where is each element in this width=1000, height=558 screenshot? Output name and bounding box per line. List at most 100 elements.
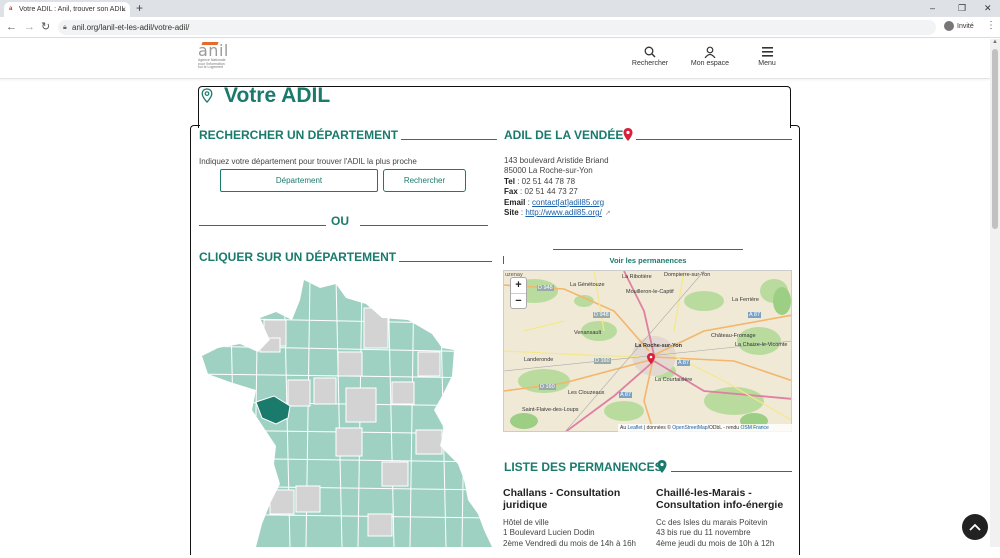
logo-tagline-3: sur le Logement bbox=[198, 65, 224, 70]
map-label-dompierre: Dompierre-sur-Yon bbox=[664, 272, 711, 278]
map-zoom-control: + − bbox=[510, 277, 527, 309]
map-label-landeronde: Landeronde bbox=[524, 357, 554, 363]
attribution-prefix: Au bbox=[620, 425, 628, 431]
permanence-line: 2ème Vendredi du mois de 14h à 16h bbox=[503, 538, 636, 548]
zoom-in-button[interactable]: + bbox=[511, 278, 526, 293]
chevron-up-icon bbox=[969, 523, 981, 531]
map-label-genetouze: La Génétouze bbox=[570, 282, 605, 288]
map-attribution: Au Leaflet | données © OpenStreetMap/ODb… bbox=[618, 424, 792, 432]
email-label: Email bbox=[504, 197, 526, 207]
road-label-d948: D 948 bbox=[537, 285, 554, 291]
site-line: Site : http://www.adil85.org/↗ bbox=[504, 208, 611, 219]
anil-logo[interactable]: anil Agence Nationale pour l'information… bbox=[198, 41, 238, 75]
attribution-tail: /ODbL - rendu bbox=[707, 425, 741, 431]
page-scrollbar[interactable]: ▲ bbox=[990, 39, 1000, 547]
department-input[interactable]: Département bbox=[220, 169, 378, 192]
road-label-d948-2: D 948 bbox=[593, 312, 610, 318]
permanence-line: Hôtel de ville bbox=[503, 518, 549, 527]
permanence-line: 4ème jeudi du mois de 10h à 12h bbox=[656, 538, 775, 548]
zoom-out-button[interactable]: − bbox=[511, 293, 526, 308]
nav-menu[interactable]: Menu bbox=[737, 46, 797, 67]
permanences-heading: LISTE DES PERMANENCES bbox=[504, 460, 663, 474]
search-instruction: Indiquez votre département pour trouver … bbox=[199, 157, 417, 166]
map-label-ferriere: La Ferrière bbox=[732, 297, 759, 303]
scroll-up-icon[interactable]: ▲ bbox=[992, 39, 998, 45]
permanence-title: Chaillé-les-Marais - Consultation info-é… bbox=[656, 487, 784, 511]
road-label-a87: A 87 bbox=[748, 312, 762, 318]
leaflet-link[interactable]: Leaflet bbox=[628, 425, 643, 431]
green-pin-icon bbox=[657, 460, 667, 473]
menu-icon bbox=[737, 46, 797, 60]
browser-menu-icon[interactable]: ⋮ bbox=[986, 20, 996, 31]
heading-underline bbox=[401, 139, 498, 140]
favicon-icon: a bbox=[9, 6, 13, 12]
permanences-heading-underline bbox=[671, 471, 792, 472]
adil-vendee-heading: ADIL DE LA VENDÉE bbox=[504, 128, 623, 142]
osm-link[interactable]: OpenStreetMap bbox=[672, 425, 707, 431]
profile-button[interactable]: Invité bbox=[944, 21, 974, 33]
permanence-line: 43 bis rue du 11 novembre bbox=[656, 528, 751, 538]
back-icon[interactable]: ← bbox=[6, 20, 17, 34]
logo-wordmark: anil bbox=[198, 41, 229, 60]
nav-account-label: Mon espace bbox=[690, 60, 730, 67]
browser-tab[interactable]: a Votre ADIL : Anil, trouver son ADIL × bbox=[4, 2, 130, 17]
map-label-mouilleron: Mouilleron-le-Captif bbox=[626, 289, 674, 295]
lock-icon: 🔒︎ bbox=[63, 24, 67, 31]
address-bar-row: ← → ↻ 🔒︎ anil.org/lanil-et-les-adil/votr… bbox=[0, 17, 1000, 38]
attribution-mid: | données © bbox=[642, 425, 673, 431]
fax-value: : 02 51 44 73 27 bbox=[517, 187, 578, 197]
tel-line: Tel : 02 51 44 78 78 bbox=[504, 177, 575, 187]
fax-line: Fax : 02 51 44 73 27 bbox=[504, 187, 578, 197]
tel-value: : 02 51 44 78 78 bbox=[514, 176, 576, 186]
maximize-button[interactable]: ❐ bbox=[958, 2, 966, 14]
scrollbar-thumb[interactable] bbox=[992, 49, 998, 229]
or-separator: OU bbox=[331, 214, 349, 228]
france-department-map[interactable] bbox=[196, 278, 492, 547]
permanences-heading-text: LISTE DES PERMANENCES bbox=[504, 460, 663, 474]
road-label-d160-2: D 160 bbox=[539, 384, 556, 390]
address-line-1: 143 boulevard Aristide Briand bbox=[504, 156, 609, 165]
close-tab-icon[interactable]: × bbox=[121, 2, 126, 17]
search-icon bbox=[620, 46, 680, 60]
email-sep: : bbox=[525, 197, 533, 207]
map-label-courtaisiere: La Courtaisière bbox=[655, 377, 693, 383]
minimize-button[interactable]: – bbox=[930, 2, 935, 14]
nav-menu-label: Menu bbox=[758, 60, 776, 67]
or-line-left bbox=[199, 225, 326, 226]
search-button[interactable]: Rechercher bbox=[383, 169, 466, 192]
email-link[interactable]: contact[at]adil85.org bbox=[532, 198, 604, 207]
close-window-button[interactable]: ✕ bbox=[984, 2, 992, 14]
osm-france-link[interactable]: OSM France bbox=[740, 425, 768, 431]
location-pin-icon bbox=[201, 88, 213, 103]
new-tab-button[interactable]: + bbox=[136, 1, 143, 15]
map-label-ribotiere: La Ribotière bbox=[622, 274, 652, 280]
page-title: Votre ADIL bbox=[224, 84, 331, 107]
tab-title: Votre ADIL : Anil, trouver son ADIL bbox=[19, 6, 126, 13]
site-label: Site bbox=[504, 208, 519, 217]
external-link-icon: ↗ bbox=[604, 210, 611, 217]
email-line: Email : contact[at]adil85.org bbox=[504, 198, 604, 208]
search-department-heading-text: RECHERCHER UN DÉPARTEMENT bbox=[199, 128, 399, 142]
browser-tab-bar: a Votre ADIL : Anil, trouver son ADIL × … bbox=[0, 0, 1000, 17]
road-label-a87-3: A 87 bbox=[677, 360, 691, 366]
permanence-line: Cc des Isles du marais Poitevin bbox=[656, 518, 768, 527]
nav-search[interactable]: Rechercher bbox=[620, 46, 680, 67]
back-to-top-button[interactable] bbox=[962, 514, 988, 540]
click-department-heading: CLIQUER SUR UN DÉPARTEMENT bbox=[199, 250, 493, 264]
map-label-clouzeaux: Les Clouzeaux bbox=[568, 390, 605, 396]
view-permanences-link[interactable]: Voir les permanences bbox=[553, 249, 743, 265]
map-label-la-roche: La Roche-sur-Yon bbox=[635, 343, 682, 349]
reload-icon[interactable]: ↻ bbox=[41, 20, 50, 34]
nav-account[interactable]: Mon espace bbox=[680, 46, 740, 67]
map-label-chaize: La Chaize-le-Vicomte bbox=[735, 342, 788, 348]
adil-heading-underline bbox=[636, 139, 792, 140]
nav-search-label: Rechercher bbox=[631, 60, 669, 67]
red-pin-icon bbox=[623, 128, 633, 141]
url-text: anil.org/lanil-et-les-adil/votre-adil/ bbox=[72, 23, 190, 32]
url-field[interactable]: 🔒︎ anil.org/lanil-et-les-adil/votre-adil… bbox=[58, 20, 936, 35]
avatar-icon bbox=[944, 21, 954, 32]
fax-label: Fax bbox=[504, 187, 518, 197]
map-label-chateau-fromage: Château-Fromage bbox=[711, 333, 756, 339]
site-link[interactable]: http://www.adil85.org/ bbox=[525, 208, 601, 217]
forward-icon[interactable]: → bbox=[24, 20, 35, 34]
